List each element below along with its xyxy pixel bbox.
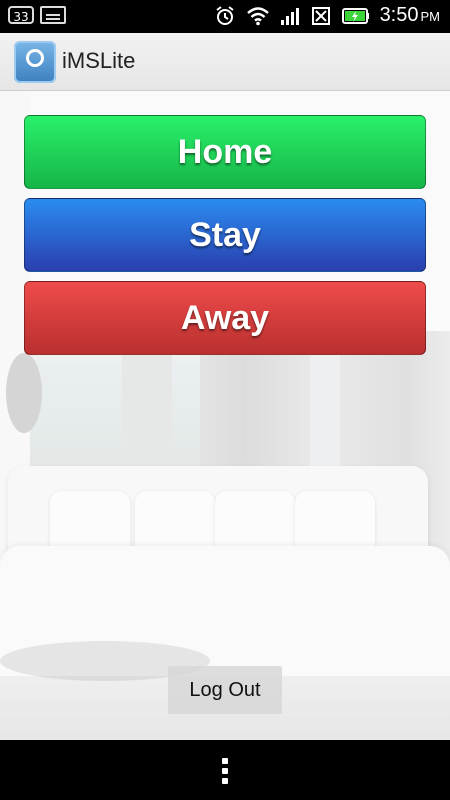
clock: 3:50 PM	[379, 4, 440, 26]
overflow-menu-icon[interactable]	[220, 758, 230, 784]
notification-33-icon: 33	[8, 6, 34, 24]
away-button[interactable]: Away	[24, 281, 426, 355]
signal-icon	[280, 6, 302, 26]
stay-button[interactable]: Stay	[24, 198, 426, 272]
alarm-icon	[214, 5, 236, 27]
image-icon	[40, 6, 66, 24]
no-sim-icon	[311, 6, 332, 26]
app-screen: 33 3:50 PM iMSLite Home Stay Away Log Ou…	[0, 0, 450, 800]
app-title: iMSLite	[62, 48, 136, 73]
home-button[interactable]: Home	[24, 115, 426, 189]
navigation-bar	[0, 740, 450, 800]
logout-button[interactable]: Log Out	[168, 666, 282, 714]
wifi-icon	[246, 6, 270, 26]
status-bar: 33 3:50 PM	[0, 0, 450, 33]
battery-charging-icon	[341, 7, 370, 25]
app-logo-icon[interactable]	[14, 41, 56, 83]
action-bar: iMSLite	[0, 33, 450, 91]
main-content: Home Stay Away Log Out	[0, 91, 450, 740]
